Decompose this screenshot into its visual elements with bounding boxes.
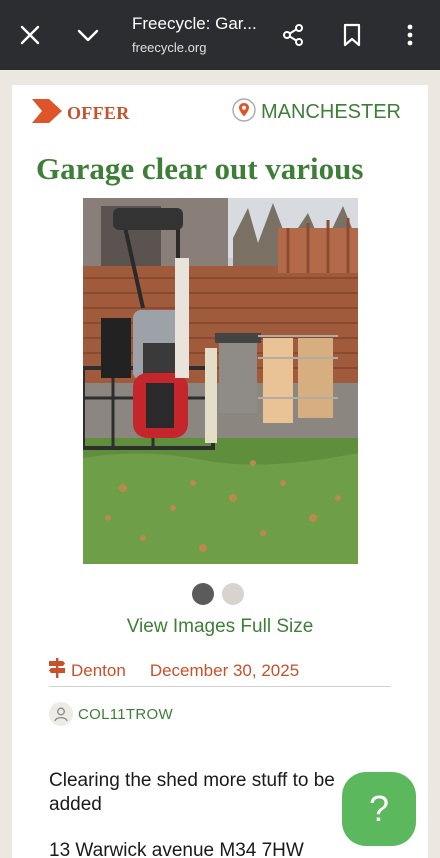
post-photo[interactable] [83, 198, 358, 564]
browser-toolbar: Freecycle: Gar... freecycle.org [0, 0, 440, 70]
location-label: MANCHESTER [260, 101, 401, 123]
post-type-badge: OFFER [32, 99, 130, 128]
user-avatar-icon [49, 702, 73, 726]
bookmark-icon[interactable] [334, 17, 370, 53]
post-title: Garage clear out various [36, 151, 364, 186]
post-date: December 30, 2025 [149, 660, 300, 680]
close-icon[interactable] [12, 17, 48, 53]
post-card: OFFER MANCHESTER Garage clear out variou… [12, 85, 428, 858]
divider [49, 686, 391, 687]
gallery-dot-2[interactable] [222, 583, 244, 605]
more-options-icon[interactable] [392, 17, 428, 53]
gallery-pagination [192, 583, 244, 605]
post-address: 13 Warwick avenue M34 7HW [49, 840, 304, 858]
post-author[interactable]: COL11TROW [49, 702, 173, 726]
location-pin-icon [232, 98, 256, 127]
post-type-label: OFFER [67, 103, 130, 123]
post-description: Clearing the shed more stuff to be added [49, 770, 335, 815]
post-meta: Denton December 30, 2025 [48, 658, 299, 683]
offer-arrow-icon [32, 99, 62, 128]
gallery-dot-1[interactable] [192, 583, 214, 605]
view-images-link[interactable]: View Images Full Size [12, 616, 428, 638]
signpost-icon [48, 658, 66, 683]
username: COL11TROW [78, 705, 173, 723]
help-button[interactable]: ? [342, 772, 416, 846]
page-title: Freecycle: Gar... [132, 14, 257, 33]
post-town[interactable]: Denton [71, 661, 126, 681]
page-url: freecycle.org [132, 40, 207, 55]
share-icon[interactable] [275, 17, 311, 53]
post-location[interactable]: MANCHESTER [232, 98, 401, 127]
chevron-down-icon[interactable] [70, 17, 106, 53]
